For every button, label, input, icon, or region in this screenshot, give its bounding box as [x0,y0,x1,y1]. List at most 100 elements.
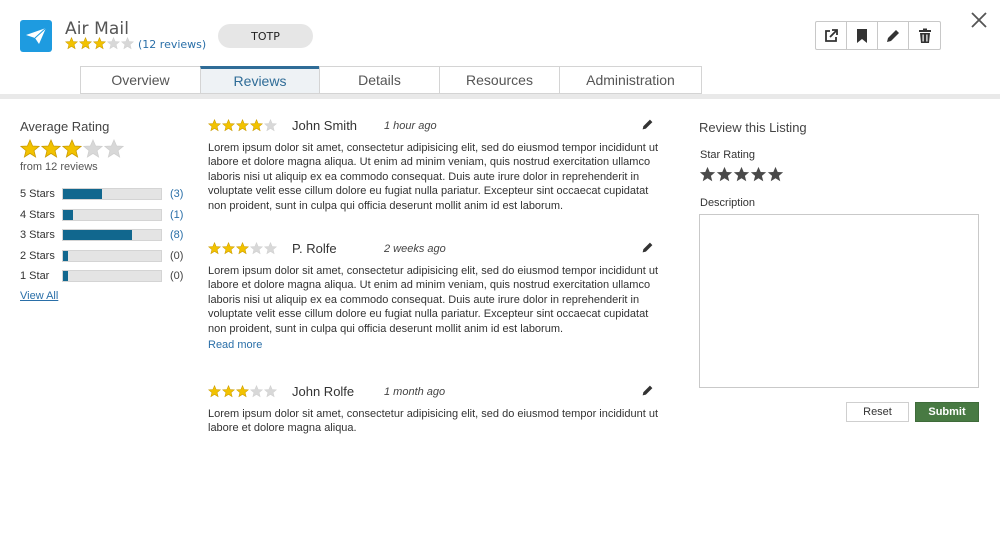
review-item: John Smith 1 hour ago Lorem ipsum dolor … [208,118,658,213]
tab-reviews[interactable]: Reviews [200,66,319,94]
rating-bar-fill [63,210,73,220]
star-rating-option-icon[interactable] [733,166,750,183]
pencil-icon [887,29,899,42]
bookmark-icon [857,28,867,43]
review-stars [208,242,278,255]
review-item: P. Rolfe 2 weeks ago Lorem ipsum dolor s… [208,241,658,351]
review-item: John Rolfe 1 month ago Lorem ipsum dolor… [208,384,658,436]
read-more-link[interactable]: Read more [208,339,658,351]
description-label: Description [700,197,756,209]
review-author: John Smith [292,118,358,133]
star-empty-icon [250,242,263,255]
review-time: 1 hour ago [384,120,437,132]
view-all-link[interactable]: View All [20,290,58,302]
star-empty-icon [264,242,277,255]
star-rating-label: Star Rating [700,149,756,161]
reviews-count-link[interactable]: (12 reviews) [138,38,206,51]
rating-row-5: 5 Stars (3) [20,187,183,201]
star-empty-icon [264,119,277,132]
review-author: John Rolfe [292,384,355,399]
rating-bar-track [62,250,162,262]
rating-row-label: 3 Stars [20,229,55,241]
tab-administration[interactable]: Administration [559,66,702,94]
review-body: Lorem ipsum dolor sit amet, consectetur … [208,265,659,335]
star-filled-icon [236,119,249,132]
star-rating-option-icon[interactable] [750,166,767,183]
review-stars [208,119,278,132]
external-link-icon [825,28,838,42]
rating-row-4: 4 Stars (1) [20,208,183,222]
review-body: Lorem ipsum dolor sit amet, consectetur … [208,142,659,212]
edit-button[interactable] [878,22,909,49]
rating-bar-fill [63,230,132,240]
star-rating-option-icon[interactable] [767,166,784,183]
submit-button[interactable]: Submit [915,402,979,422]
rating-bar-track [62,188,162,200]
star-filled-icon [65,37,78,50]
star-empty-icon [250,385,263,398]
delete-button[interactable] [909,22,940,49]
star-filled-icon [20,139,40,158]
app-rating-stars [65,37,135,50]
average-rating-from: from 12 reviews [20,161,98,173]
star-filled-icon [222,385,235,398]
rating-row-label: 4 Stars [20,209,55,221]
listing-toolbar [815,21,941,50]
close-icon [971,12,987,28]
paper-plane-icon [26,27,47,44]
star-filled-icon [79,37,92,50]
review-stars [208,385,278,398]
star-filled-icon [62,139,82,158]
close-button[interactable] [968,9,990,31]
edit-review-button[interactable] [641,384,654,402]
star-filled-icon [222,119,235,132]
edit-review-button[interactable] [641,241,654,259]
review-author: P. Rolfe [292,241,337,256]
star-rating-option-icon[interactable] [716,166,733,183]
rating-bar-track [62,229,162,241]
star-filled-icon [250,119,263,132]
star-empty-icon [104,139,124,158]
pencil-icon [642,242,653,253]
review-body: Lorem ipsum dolor sit amet, consectetur … [208,408,659,435]
open-external-button[interactable] [816,22,847,49]
rating-row-label: 2 Stars [20,250,55,262]
bookmark-button[interactable] [847,22,878,49]
reset-button[interactable]: Reset [846,402,909,422]
rating-bar-track [62,270,162,282]
tab-divider [0,94,1000,99]
star-filled-icon [236,242,249,255]
edit-review-button[interactable] [641,118,654,136]
app-title: Air Mail [65,19,130,39]
rating-row-count[interactable]: (8) [170,229,183,241]
trash-icon [918,28,931,43]
pencil-icon [642,119,653,130]
rating-row-3: 3 Stars (8) [20,228,183,242]
rating-bar-fill [63,271,68,281]
rating-row-1: 1 Star (0) [20,269,183,283]
rating-bar-fill [63,189,103,199]
star-rating-option-icon[interactable] [699,166,716,183]
star-empty-icon [83,139,103,158]
star-filled-icon [41,139,61,158]
tab-bar: Overview Reviews Details Resources Admin… [80,66,702,94]
description-field[interactable] [699,214,979,388]
star-filled-icon [208,385,221,398]
rating-row-2: 2 Stars (0) [20,249,183,263]
review-time: 2 weeks ago [384,243,446,255]
star-empty-icon [121,37,134,50]
rating-row-count[interactable]: (1) [170,209,183,221]
rating-bar-track [62,209,162,221]
review-form-title: Review this Listing [699,120,807,135]
star-empty-icon [264,385,277,398]
tag-badge[interactable]: TOTP [218,24,313,48]
star-filled-icon [208,119,221,132]
star-empty-icon [107,37,120,50]
rating-row-count[interactable]: (3) [170,188,183,200]
star-rating-input [699,166,784,183]
star-filled-icon [93,37,106,50]
tab-resources[interactable]: Resources [439,66,559,94]
tab-details[interactable]: Details [319,66,439,94]
tab-overview[interactable]: Overview [80,66,200,94]
review-time: 1 month ago [384,386,446,398]
